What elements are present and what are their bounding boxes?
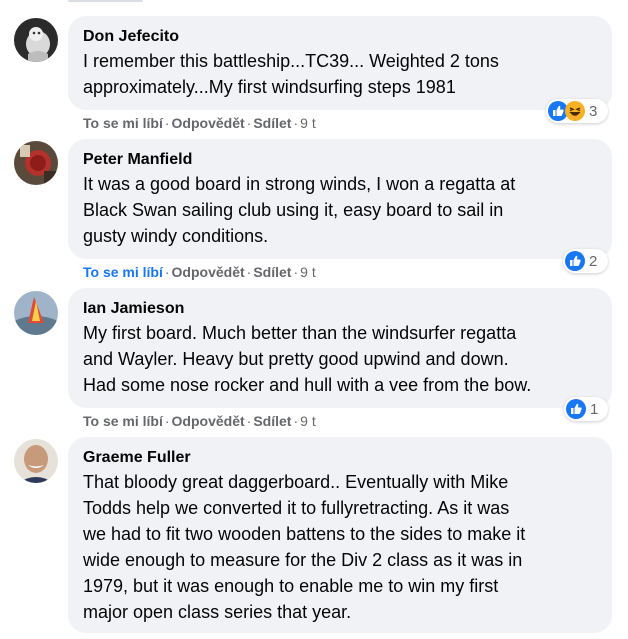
comment-timestamp[interactable]: 9 t bbox=[300, 115, 316, 131]
comment-text-line: I remember this battleship...TC39... Wei… bbox=[83, 51, 499, 71]
comment-text-line: My first board. Much better than the win… bbox=[83, 323, 517, 343]
comment-timestamp[interactable]: 9 t bbox=[300, 413, 316, 429]
comment-bubble: Don Jefecito I remember this battleship.… bbox=[68, 16, 612, 110]
comment-text-line: Black Swan sailing club using it, easy b… bbox=[83, 200, 504, 220]
avatar[interactable] bbox=[14, 439, 58, 483]
comment-text-line: 1979, but it was enough to enable me to … bbox=[83, 576, 499, 596]
comment-text-line: That bloody great daggerboard.. Eventual… bbox=[83, 472, 509, 492]
reaction-count: 3 bbox=[589, 102, 598, 120]
comment-author[interactable]: Graeme Fuller bbox=[83, 447, 596, 469]
reply-button[interactable]: Odpovědět bbox=[172, 413, 245, 429]
comment-author[interactable]: Ian Jamieson bbox=[83, 298, 596, 320]
reply-button[interactable]: Odpovědět bbox=[172, 264, 245, 280]
reaction-summary[interactable]: 1 bbox=[564, 397, 608, 421]
comment-bubble: Graeme Fuller That bloody great daggerbo… bbox=[68, 437, 612, 633]
like-icon bbox=[565, 251, 585, 271]
reply-button[interactable]: Odpovědět bbox=[172, 115, 245, 131]
separator: · bbox=[164, 264, 170, 280]
avatar[interactable] bbox=[14, 141, 58, 185]
comment-text-line: gusty windy conditions. bbox=[83, 226, 269, 246]
comment-author[interactable]: Don Jefecito bbox=[83, 26, 596, 48]
reaction-count: 2 bbox=[589, 252, 598, 270]
comment-text-line: Todds help we converted it to fullyretra… bbox=[83, 498, 510, 518]
like-button[interactable]: To se mi líbí bbox=[83, 264, 163, 280]
comment-bubble: Peter Manfield It was a good board in st… bbox=[68, 139, 612, 259]
haha-icon bbox=[565, 101, 585, 121]
comment-text-line: and Wayler. Heavy but pretty good upwind… bbox=[83, 349, 509, 369]
comment-text-line: major open class series that year. bbox=[83, 602, 352, 622]
comment-actions: To se mi líbí · Odpovědět · Sdílet · 9 t bbox=[83, 263, 316, 281]
separator: · bbox=[293, 413, 299, 429]
separator: · bbox=[164, 115, 170, 131]
share-button[interactable]: Sdílet bbox=[253, 413, 291, 429]
comment-text-line: It was a good board in strong winds, I w… bbox=[83, 174, 516, 194]
comment-actions: To se mi líbí · Odpovědět · Sdílet · 9 t bbox=[83, 412, 316, 430]
comment-text-line: we had to fit two wooden battens to the … bbox=[83, 524, 526, 544]
previous-comment-edge bbox=[68, 0, 143, 2]
comment-actions: To se mi líbí · Odpovědět · Sdílet · 9 t bbox=[83, 114, 316, 132]
separator: · bbox=[293, 115, 299, 131]
share-button[interactable]: Sdílet bbox=[253, 115, 291, 131]
separator: · bbox=[164, 413, 170, 429]
reaction-count: 1 bbox=[590, 400, 599, 418]
like-button[interactable]: To se mi líbí bbox=[83, 115, 163, 131]
comment-timestamp[interactable]: 9 t bbox=[300, 264, 316, 280]
like-button[interactable]: To se mi líbí bbox=[83, 413, 163, 429]
share-button[interactable]: Sdílet bbox=[253, 264, 291, 280]
comment-text-line: Had some nose rocker and hull with a vee… bbox=[83, 375, 532, 395]
comment-text-line: approximately...My first windsurfing ste… bbox=[83, 77, 456, 97]
comment-author[interactable]: Peter Manfield bbox=[83, 149, 596, 171]
avatar[interactable] bbox=[14, 18, 58, 62]
separator: · bbox=[293, 264, 299, 280]
reaction-summary[interactable]: 2 bbox=[563, 249, 608, 273]
comment-text-line: wide enough to measure for the Div 2 cla… bbox=[83, 550, 523, 570]
reaction-summary[interactable]: 3 bbox=[546, 99, 608, 123]
avatar[interactable] bbox=[14, 291, 58, 335]
like-icon bbox=[566, 399, 586, 419]
comment-bubble: Ian Jamieson My first board. Much better… bbox=[68, 288, 612, 408]
